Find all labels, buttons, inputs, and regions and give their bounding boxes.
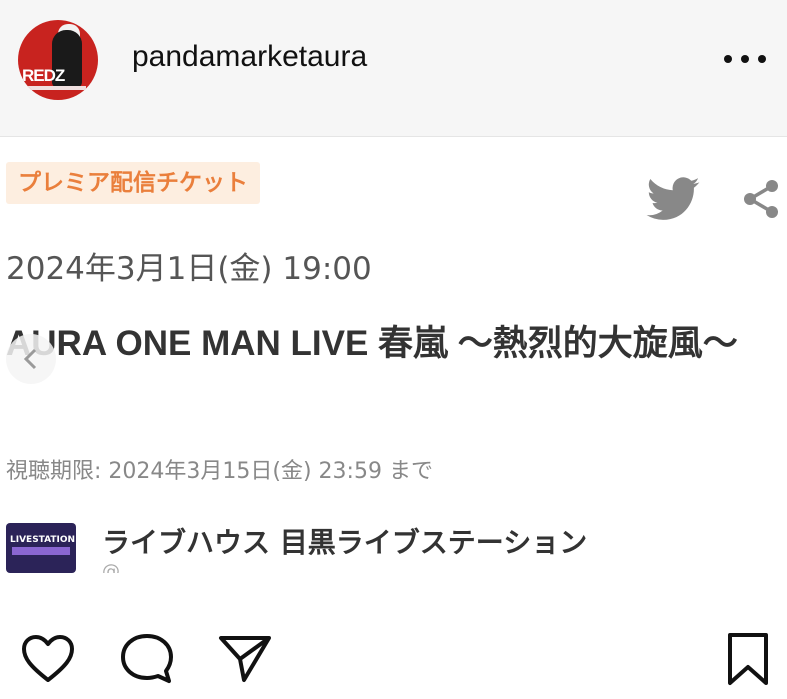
share-icon[interactable]: [742, 179, 780, 219]
venue-thumbnail: LIVESTATION: [6, 523, 76, 573]
heart-icon[interactable]: [20, 633, 76, 685]
event-datetime: 2024年3月1日(金) 19:00: [6, 251, 372, 287]
event-title: AURA ONE MAN LIVE 春嵐 〜熱烈的大旋風〜: [6, 324, 738, 363]
venue-handle: @...: [102, 561, 138, 573]
venue-thumbnail-text: LIVESTATION: [10, 535, 76, 545]
ticket-badge: プレミア配信チケット: [6, 162, 260, 204]
avatar-logo: REDZ: [22, 66, 65, 85]
view-deadline: 視聴期限: 2024年3月15日(金) 23:59 まで: [6, 459, 433, 484]
more-options-icon[interactable]: [722, 52, 768, 66]
venue-thumbnail-band: [12, 547, 70, 555]
comment-icon[interactable]: [118, 631, 176, 687]
post-header: REDZ pandamarketaura: [0, 0, 787, 137]
avatar[interactable]: REDZ: [18, 20, 98, 100]
venue-name: ライブハウス 目黒ライブステーション: [102, 526, 588, 559]
post-actions-bar: [0, 573, 787, 699]
username[interactable]: pandamarketaura: [132, 40, 367, 74]
chevron-left-icon: [23, 348, 37, 370]
twitter-icon[interactable]: [646, 177, 700, 221]
post-image: プレミア配信チケット 2024年3月1日(金) 19:00 AURA ONE M…: [0, 137, 787, 573]
send-icon[interactable]: [216, 631, 274, 687]
previous-image-button[interactable]: [6, 334, 56, 384]
avatar-logo-sub: [24, 86, 86, 90]
bookmark-icon[interactable]: [724, 631, 772, 689]
